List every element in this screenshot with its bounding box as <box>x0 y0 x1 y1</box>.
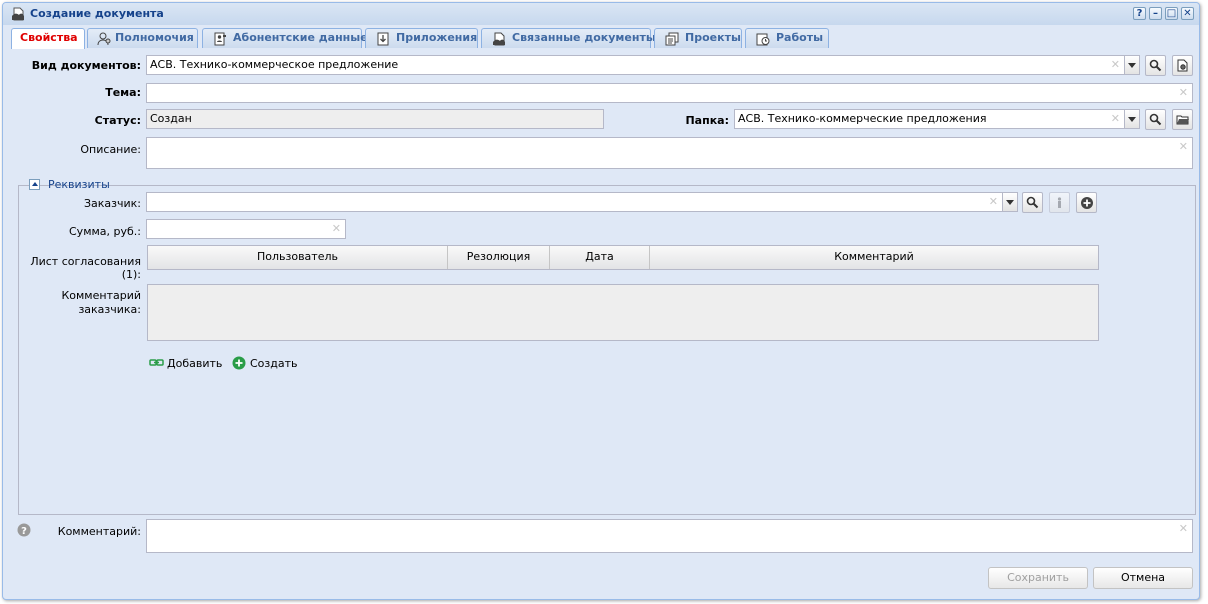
tasks-clock-icon <box>756 33 770 46</box>
doc-type-combobox[interactable]: АСВ. Технико-коммерческое предложение ✕ <box>146 55 1125 75</box>
cancel-button[interactable]: Отмена <box>1093 567 1193 589</box>
projects-icon <box>665 32 679 46</box>
column-date[interactable]: Дата <box>550 246 650 269</box>
user-key-icon <box>97 32 111 46</box>
customer-comment-label-line: заказчика: <box>78 303 141 316</box>
contact-card-icon <box>214 32 226 46</box>
save-button[interactable]: Сохранить <box>988 567 1088 589</box>
comment-label: Комментарий: <box>57 525 141 538</box>
plus-circle-icon <box>1081 197 1093 209</box>
clear-icon[interactable]: ✕ <box>1179 84 1188 102</box>
close-tool-button[interactable]: ✕ <box>1181 7 1194 20</box>
plus-circle-icon <box>232 356 246 370</box>
tab-label: Абонентские данные <box>233 31 368 44</box>
clear-icon[interactable]: ✕ <box>332 220 341 238</box>
folder-search-button[interactable] <box>1145 109 1166 130</box>
search-icon <box>1026 196 1039 209</box>
description-label: Описание: <box>80 143 141 156</box>
requisites-legend-label: Реквизиты <box>48 178 110 191</box>
approval-sheet-label: Лист согласования (1): <box>23 255 141 281</box>
minimize-tool-button[interactable]: – <box>1149 7 1162 20</box>
folder-value: АСВ. Технико-коммерческие предложения <box>738 112 987 125</box>
help-icon[interactable]: ? <box>17 523 31 537</box>
person-info-icon <box>1057 197 1062 208</box>
subject-field[interactable]: ✕ <box>146 83 1193 103</box>
clear-icon[interactable]: ✕ <box>989 193 998 211</box>
clear-icon[interactable]: ✕ <box>1179 520 1188 538</box>
customer-dropdown-trigger[interactable] <box>1002 192 1018 212</box>
status-value: Создан <box>150 112 192 125</box>
document-icon <box>12 7 24 21</box>
add-link-button[interactable]: Добавить <box>149 356 229 372</box>
folder-browse-button[interactable] <box>1172 109 1193 130</box>
approval-label-line: Лист согласования <box>30 255 141 268</box>
create-document-window: Создание документа ? – □ ✕ Свойства Полн… <box>2 2 1200 600</box>
create-label: Создать <box>250 357 298 370</box>
add-label: Добавить <box>167 357 223 370</box>
column-comment[interactable]: Комментарий <box>650 246 1098 269</box>
customer-comment-label: Комментарий заказчика: <box>23 289 141 317</box>
requisites-legend[interactable]: Реквизиты <box>29 178 110 192</box>
doc-type-settings-button[interactable] <box>1172 55 1193 76</box>
tab-attachments[interactable]: Приложения <box>365 28 478 48</box>
maximize-tool-button[interactable]: □ <box>1165 7 1178 20</box>
tab-subscriber-data[interactable]: Абонентские данные <box>202 28 368 48</box>
tab-label: Свойства <box>20 31 78 44</box>
folder-label: Папка: <box>685 114 729 127</box>
linked-documents-icon <box>493 32 505 46</box>
tab-properties[interactable]: Свойства <box>11 28 85 50</box>
doc-type-value: АСВ. Технико-коммерческое предложение <box>150 58 399 71</box>
search-icon <box>1149 59 1162 72</box>
folder-combobox[interactable]: АСВ. Технико-коммерческие предложения ✕ <box>734 109 1125 129</box>
sum-field[interactable]: ✕ <box>146 219 346 239</box>
status-label: Статус: <box>94 114 141 127</box>
folder-open-icon <box>1176 115 1189 125</box>
customer-combobox[interactable]: ✕ <box>146 192 1003 212</box>
clear-icon[interactable]: ✕ <box>1179 138 1188 156</box>
sum-label: Сумма, руб.: <box>69 225 141 238</box>
approval-grid-header: Пользователь Резолюция Дата Комментарий <box>147 245 1099 270</box>
tab-works[interactable]: Работы <box>745 28 829 48</box>
subject-label: Тема: <box>105 86 141 99</box>
document-settings-icon <box>1177 59 1188 72</box>
customer-add-button[interactable] <box>1076 192 1097 213</box>
tab-label: Проекты <box>685 31 741 44</box>
attachment-download-icon <box>377 32 389 46</box>
customer-search-button[interactable] <box>1022 192 1043 213</box>
window-titlebar[interactable]: Создание документа ? – □ ✕ <box>3 3 1199 25</box>
doc-type-search-button[interactable] <box>1145 55 1166 76</box>
doc-type-label: Вид документов: <box>31 59 141 72</box>
status-field: Создан <box>146 109 604 129</box>
create-button[interactable]: Создать <box>232 356 302 372</box>
approval-label-line: (1): <box>121 268 141 281</box>
doc-type-dropdown-trigger[interactable] <box>1124 55 1140 75</box>
collapse-icon[interactable] <box>29 179 40 190</box>
tab-label: Работы <box>776 31 824 44</box>
search-icon <box>1149 113 1162 126</box>
customer-comment-label-line: Комментарий <box>61 289 141 302</box>
tab-label: Связанные документы <box>512 31 656 44</box>
column-resolution[interactable]: Резолюция <box>448 246 550 269</box>
link-icon <box>149 359 164 366</box>
tab-linked-documents[interactable]: Связанные документы <box>481 28 656 48</box>
tab-label: Полномочия <box>115 31 194 44</box>
tab-label: Приложения <box>396 31 478 44</box>
tab-projects[interactable]: Проекты <box>654 28 742 48</box>
customer-comment-field <box>147 284 1099 341</box>
clear-icon[interactable]: ✕ <box>1111 110 1120 128</box>
tab-permissions[interactable]: Полномочия <box>87 28 198 48</box>
window-title: Создание документа <box>30 7 164 20</box>
comment-textarea[interactable]: ✕ <box>146 519 1193 553</box>
column-user[interactable]: Пользователь <box>148 246 448 269</box>
tab-bar: Свойства Полномочия Абонентские данные П… <box>9 27 1193 50</box>
description-textarea[interactable]: ✕ <box>146 137 1193 169</box>
help-tool-button[interactable]: ? <box>1133 7 1146 20</box>
clear-icon[interactable]: ✕ <box>1111 56 1120 74</box>
folder-dropdown-trigger[interactable] <box>1124 109 1140 129</box>
customer-info-button[interactable] <box>1049 192 1070 213</box>
customer-label: Заказчик: <box>83 197 141 210</box>
svg-text:?: ? <box>21 526 27 537</box>
